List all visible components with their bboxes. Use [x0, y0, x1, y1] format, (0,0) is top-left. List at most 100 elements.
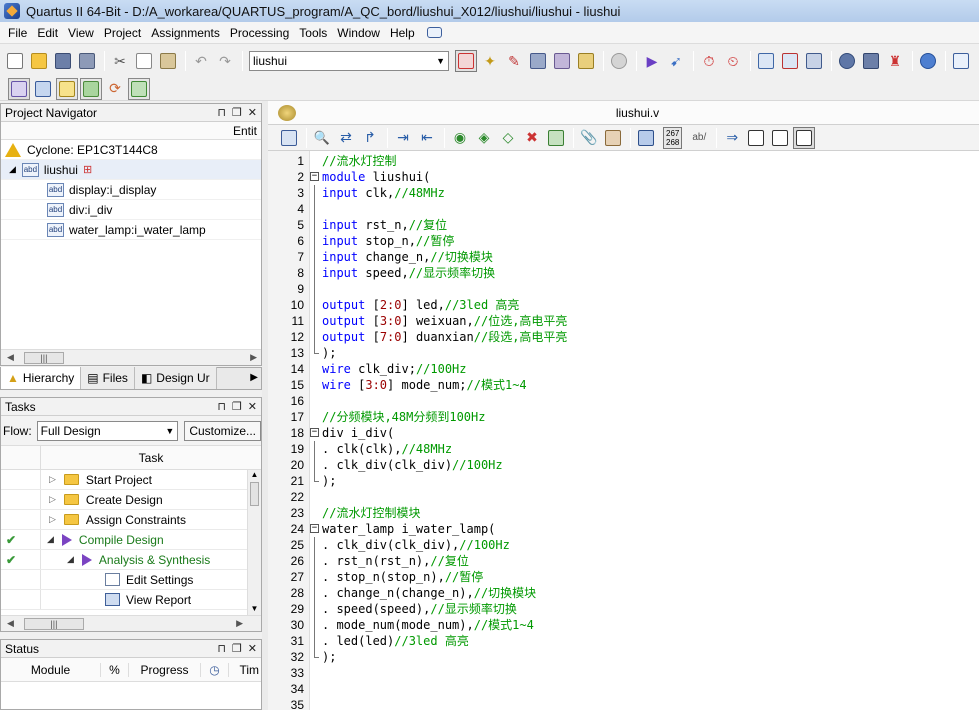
close-icon[interactable]: ✕	[248, 106, 257, 119]
bookmark-toggle-button[interactable]: ◉	[449, 127, 471, 149]
time-column[interactable]: Tim	[229, 663, 261, 677]
attach-button[interactable]: 📎	[578, 127, 600, 149]
comment-button[interactable]	[635, 127, 657, 149]
scroll-thumb[interactable]: |||	[23, 617, 84, 630]
view-normal-button[interactable]	[745, 127, 767, 149]
chip-planner-button[interactable]	[527, 50, 549, 72]
task-row[interactable]: ✔ ◢ Analysis & Synthesis	[1, 550, 261, 570]
refresh-button[interactable]: ⟳	[104, 78, 126, 100]
bookmark-prev-button[interactable]: ◇	[497, 127, 519, 149]
whats-this-icon[interactable]	[426, 26, 442, 40]
task-row[interactable]: ▷ Assign Constraints	[1, 510, 261, 530]
ab-button[interactable]: ab/	[692, 132, 706, 143]
bookmark-clear-button[interactable]: ✖	[521, 127, 543, 149]
open-button[interactable]	[28, 50, 50, 72]
menu-processing[interactable]: Processing	[225, 23, 294, 43]
task-row[interactable]: Edit Settings	[1, 570, 261, 590]
fold-collapse-icon[interactable]: −	[310, 172, 319, 181]
code-editor[interactable]: 1//流水灯控制 2− module liushui( 3 input clk,//…	[268, 151, 979, 710]
checklist-button[interactable]	[128, 77, 150, 100]
stop-button[interactable]	[608, 50, 630, 72]
scroll-right-icon[interactable]: ▶	[236, 618, 243, 629]
find-button[interactable]: 🔍	[311, 127, 333, 149]
task-row[interactable]: View Report	[1, 590, 261, 610]
programmer-button[interactable]	[836, 50, 858, 72]
task-row[interactable]: ▷ Start Project	[1, 470, 261, 490]
task-row[interactable]: ▷ Create Design	[1, 490, 261, 510]
task-column-header[interactable]: Task	[41, 451, 261, 465]
scroll-up-icon[interactable]: ▲	[248, 470, 261, 482]
line-counter-button[interactable]: 267 268	[663, 126, 683, 149]
analysis-synthesis-button[interactable]: ➹	[665, 50, 687, 72]
menu-project[interactable]: Project	[99, 23, 146, 43]
customize-button[interactable]: Customize...	[184, 420, 261, 441]
tree-item[interactable]: abd div:i_div	[1, 200, 261, 220]
collapse-triangle-icon[interactable]: ◢	[47, 534, 54, 545]
fold-collapse-icon[interactable]: −	[310, 524, 319, 533]
pin-planner-button[interactable]: ✎	[503, 50, 525, 72]
goto-line-button[interactable]: ↱	[359, 127, 381, 149]
expand-icon[interactable]: ▷	[49, 494, 56, 505]
editor-tab-title[interactable]: liushui.v	[296, 106, 979, 120]
task-row[interactable]: ✔ ◢ Compile Design	[1, 530, 261, 550]
settings-toggle-button[interactable]	[455, 50, 477, 72]
find-replace-button[interactable]: ⇄	[335, 127, 357, 149]
signaltap-button[interactable]	[860, 50, 882, 72]
sopc-button[interactable]: ♜	[884, 50, 906, 72]
top-entity-row[interactable]: ◢ abd liushui ⊞	[1, 160, 261, 180]
tab-hierarchy[interactable]: ▲ Hierarchy	[1, 367, 82, 389]
menu-view[interactable]: View	[63, 23, 99, 43]
tab-design-units[interactable]: ◧ Design Ur	[134, 367, 217, 389]
percent-column[interactable]: %	[101, 662, 129, 677]
insert-arrow-button[interactable]: ⇒	[721, 127, 743, 149]
timing-analyzer-button[interactable]: ⏱	[698, 50, 720, 72]
assignment-editor-button[interactable]	[575, 50, 597, 72]
save-all-button[interactable]	[76, 50, 98, 72]
view-split-button[interactable]	[769, 127, 791, 149]
chip-view-button[interactable]	[803, 50, 825, 72]
scroll-left-icon[interactable]: ◀	[7, 618, 14, 629]
close-icon[interactable]: ✕	[248, 642, 257, 655]
fit-toggle-button[interactable]	[8, 77, 30, 100]
menu-file[interactable]: File	[3, 23, 32, 43]
entity-column-header[interactable]: Entit	[1, 122, 261, 140]
tab-files[interactable]: ▤ Files	[81, 367, 135, 389]
help-button[interactable]	[917, 50, 939, 72]
save-button[interactable]	[52, 50, 74, 72]
view-full-button[interactable]	[793, 126, 816, 149]
unindent-button[interactable]: ⇤	[416, 127, 438, 149]
menu-assignments[interactable]: Assignments	[146, 23, 225, 43]
design-partition-button[interactable]	[551, 50, 573, 72]
undo-button[interactable]: ↶	[190, 50, 212, 72]
pin-icon[interactable]: ⊓	[217, 400, 226, 413]
technology-viewer-button[interactable]	[779, 50, 801, 72]
vertical-scrollbar[interactable]: ▲ ▼	[247, 470, 261, 616]
progress-column[interactable]: Progress	[129, 662, 201, 677]
tree-item[interactable]: abd water_lamp:i_water_lamp	[1, 220, 261, 240]
horizontal-scrollbar[interactable]: ◀ ||| ▶	[1, 349, 261, 365]
scroll-thumb[interactable]	[250, 482, 259, 506]
cut-button[interactable]: ✂	[109, 50, 131, 72]
pin-icon[interactable]: ⊓	[217, 106, 226, 119]
module-column[interactable]: Module	[1, 662, 101, 677]
horizontal-scrollbar[interactable]: ◀ ||| ▶	[1, 615, 261, 631]
menu-help[interactable]: Help	[385, 23, 420, 43]
float-icon[interactable]: ❐	[232, 642, 242, 655]
bookmark-next-button[interactable]: ◈	[473, 127, 495, 149]
floorplan-button[interactable]	[32, 78, 54, 100]
collapse-triangle-icon[interactable]: ◢	[9, 164, 16, 175]
redo-button[interactable]: ↷	[214, 50, 236, 72]
layout-button[interactable]	[80, 77, 102, 100]
expand-icon[interactable]: ▷	[49, 514, 56, 525]
scroll-right-icon[interactable]: ▶	[250, 352, 257, 363]
start-compilation-button[interactable]: ▶	[641, 50, 663, 72]
bookmark-list-button[interactable]	[545, 127, 567, 149]
menu-window[interactable]: Window	[332, 23, 385, 43]
indent-button[interactable]: ⇥	[392, 127, 414, 149]
new-file-button[interactable]	[4, 50, 26, 72]
entity-combo[interactable]: liushui ▼	[249, 51, 449, 71]
timequest-button[interactable]: ⏲	[722, 50, 744, 72]
float-icon[interactable]: ❐	[232, 400, 242, 413]
expand-icon[interactable]: ▷	[49, 474, 56, 485]
file-list-button[interactable]	[278, 127, 300, 149]
